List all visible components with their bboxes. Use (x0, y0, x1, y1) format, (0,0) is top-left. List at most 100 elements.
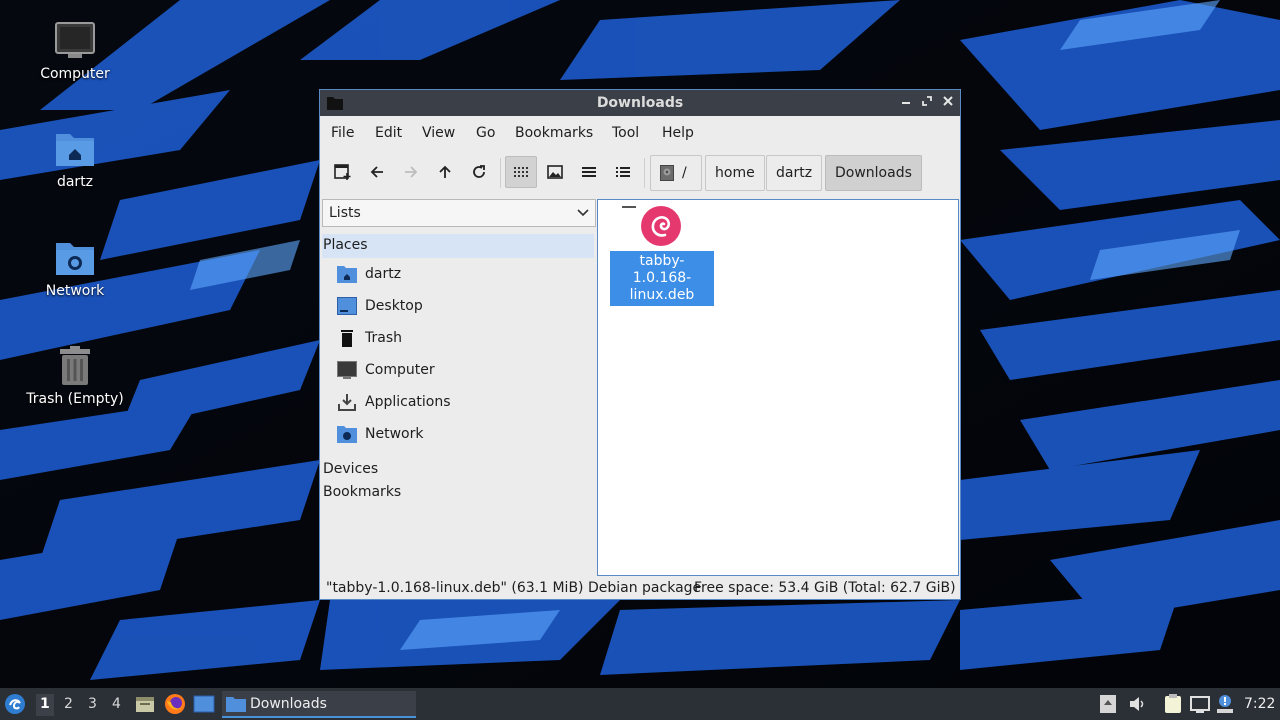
side-panel: Lists Places dartz Desktop Trash Compute… (321, 198, 597, 573)
desktop-icon-label: Network (45, 283, 105, 299)
window-title: Downloads (596, 95, 684, 111)
grid-view-icon (514, 167, 528, 177)
start-menu-icon[interactable] (4, 693, 26, 715)
breadcrumb-root[interactable]: / (650, 155, 702, 191)
place-network[interactable]: Network (337, 420, 592, 448)
folder-icon (226, 696, 246, 712)
desktop-icon-network[interactable]: Network (10, 237, 140, 299)
clipboard-icon[interactable] (1164, 694, 1182, 714)
firefox-icon[interactable] (164, 693, 186, 715)
reload-button[interactable] (463, 156, 495, 188)
chevron-down-icon (577, 209, 589, 217)
detailed-view-button[interactable] (607, 156, 639, 188)
breadcrumb-label: Downloads (835, 165, 912, 181)
desktop-icon-computer[interactable]: Computer (10, 20, 140, 82)
menu-go[interactable]: Go (476, 125, 495, 141)
place-label: Desktop (365, 298, 423, 314)
menu-view[interactable]: View (422, 125, 455, 141)
thumbnail-view-button[interactable] (539, 156, 571, 188)
forward-button[interactable] (395, 156, 427, 188)
breadcrumb-root-label: / (682, 165, 687, 181)
desktop-icon-dartz[interactable]: dartz (10, 128, 140, 190)
places-heading[interactable]: Places (322, 234, 594, 258)
desktop-icon (337, 297, 357, 315)
file-item[interactable]: tabby-1.0.168-linux.deb (610, 205, 714, 306)
tray-up-icon[interactable] (1099, 694, 1117, 714)
place-dartz[interactable]: dartz (337, 260, 592, 288)
toolbar: / home dartz Downloads (320, 152, 960, 194)
window-titlebar[interactable]: Downloads (320, 90, 960, 116)
network-status-icon[interactable] (1190, 694, 1210, 714)
computer-icon (337, 361, 357, 379)
desktop-icon-label: Computer (40, 66, 110, 82)
notification-icon[interactable] (1216, 694, 1234, 714)
file-manager-launcher-icon[interactable] (135, 694, 155, 714)
icon-view-button[interactable] (505, 156, 537, 188)
place-label: Trash (365, 330, 402, 346)
bookmarks-heading[interactable]: Bookmarks (323, 484, 401, 500)
show-desktop-icon[interactable] (193, 695, 215, 713)
workspace-3[interactable]: 3 (88, 696, 97, 712)
place-label: dartz (365, 266, 402, 282)
taskbar: 1 2 3 4 Downloads 7:22 (0, 688, 1280, 720)
maximize-icon (922, 96, 932, 106)
place-applications[interactable]: Applications (337, 388, 592, 416)
file-manager-window[interactable]: Downloads File Edit View Go Bookmarks To… (319, 89, 961, 600)
clock[interactable]: 7:22 (1244, 696, 1275, 712)
menu-bar: File Edit View Go Bookmarks Tool Help (320, 116, 960, 150)
menu-edit[interactable]: Edit (375, 125, 402, 141)
toolbar-separator (500, 158, 501, 188)
arrow-up-icon (439, 165, 451, 178)
toolbar-separator (644, 158, 645, 188)
side-panel-mode-select[interactable]: Lists (322, 199, 596, 227)
new-tab-button[interactable] (327, 156, 359, 188)
desktop-icon-trash[interactable]: Trash (Empty) (10, 345, 140, 407)
side-panel-mode-value: Lists (329, 205, 361, 221)
new-tab-icon (334, 164, 351, 180)
applications-icon (338, 394, 356, 411)
file-view[interactable]: tabby-1.0.168-linux.deb (597, 199, 959, 576)
up-button[interactable] (429, 156, 461, 188)
volume-icon[interactable] (1127, 694, 1147, 714)
close-icon (943, 96, 953, 106)
computer-icon (55, 22, 95, 58)
breadcrumb-label: home (715, 165, 755, 181)
place-desktop[interactable]: Desktop (337, 292, 592, 320)
debian-package-icon (641, 206, 681, 246)
reload-icon (473, 165, 485, 178)
close-button[interactable] (938, 93, 958, 113)
maximize-button[interactable] (917, 93, 937, 113)
network-folder-icon (56, 243, 94, 275)
menu-tool[interactable]: Tool (612, 125, 639, 141)
devices-heading[interactable]: Devices (323, 461, 378, 477)
status-selection: "tabby-1.0.168-linux.deb" (63.1 MiB) Deb… (326, 580, 702, 596)
menu-bookmarks[interactable]: Bookmarks (515, 125, 593, 141)
status-bar: "tabby-1.0.168-linux.deb" (63.1 MiB) Deb… (320, 577, 960, 599)
back-button[interactable] (361, 156, 393, 188)
menu-file[interactable]: File (331, 125, 354, 141)
minimize-button[interactable] (896, 93, 916, 113)
breadcrumb-downloads[interactable]: Downloads (825, 155, 922, 191)
place-trash[interactable]: Trash (337, 324, 592, 352)
taskbar-window-downloads[interactable]: Downloads (222, 691, 416, 718)
place-computer[interactable]: Computer (337, 356, 592, 384)
menu-help[interactable]: Help (662, 125, 694, 141)
desktop-icon-label: Trash (Empty) (26, 391, 124, 407)
image-icon (547, 165, 563, 179)
network-folder-icon (337, 426, 357, 443)
compact-view-button[interactable] (573, 156, 605, 188)
compact-list-icon (582, 167, 596, 177)
workspace-1[interactable]: 1 (36, 694, 54, 716)
detailed-list-icon (616, 167, 630, 177)
breadcrumb-home[interactable]: home (705, 155, 765, 191)
workspace-4[interactable]: 4 (112, 696, 121, 712)
place-label: Applications (365, 394, 451, 410)
arrow-left-icon (370, 166, 383, 178)
workspace-2[interactable]: 2 (64, 696, 73, 712)
breadcrumb-dartz[interactable]: dartz (766, 155, 823, 191)
desktop-icon-label: dartz (56, 174, 94, 190)
minimize-icon (902, 102, 910, 104)
breadcrumb-label: dartz (776, 165, 813, 181)
drive-icon (660, 165, 674, 181)
trash-icon (341, 330, 353, 347)
